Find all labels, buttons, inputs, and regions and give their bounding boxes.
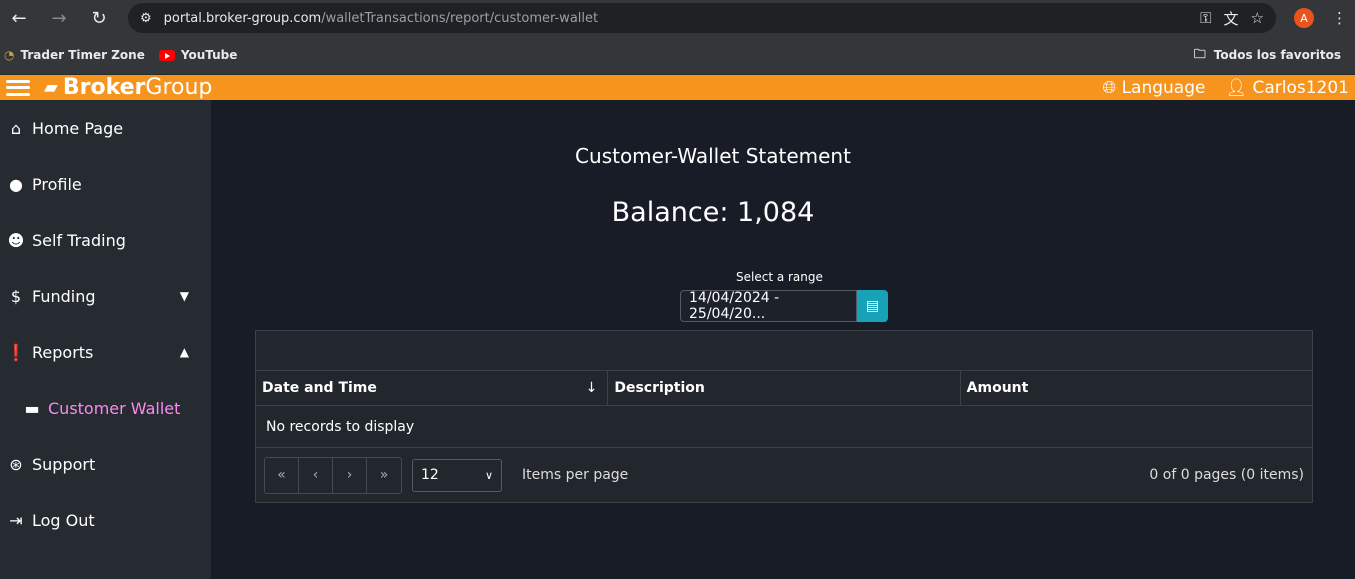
forward-icon[interactable]: → xyxy=(48,8,70,29)
url-path: /walletTransactions/report/customer-wall… xyxy=(321,10,599,26)
sidebar-item-funding[interactable]: $ Funding ▼ xyxy=(0,268,211,324)
date-range-input[interactable]: 14/04/2024 - 25/04/20... xyxy=(680,290,857,322)
language-label: Language xyxy=(1121,77,1206,98)
globe-icon: 🌐︎ xyxy=(1102,77,1117,98)
first-page-button[interactable]: « xyxy=(265,457,299,493)
username: Carlos1201 xyxy=(1252,77,1349,98)
sidebar-item-reports[interactable]: ❗ Reports ▲ xyxy=(0,324,211,380)
chevron-down-icon: ∨ xyxy=(484,468,493,482)
sidebar-item-support[interactable]: ⊛ Support xyxy=(0,436,211,492)
bookmarks-bar: ◔ Trader Timer Zone YouTube 🗀 Todos los fa… xyxy=(0,36,1355,75)
bookmark-label: YouTube xyxy=(180,48,238,62)
browser-toolbar: ← → ↻ ⚙ portal.broker-group.com/walletTr… xyxy=(0,0,1355,36)
sidebar-item-customer-wallet[interactable]: ▬ Customer Wallet xyxy=(0,380,211,436)
sidebar-label: Reports xyxy=(32,342,94,362)
user-menu[interactable]: 👤︎ Carlos1201 xyxy=(1225,78,1349,98)
folder-icon: 🗀 xyxy=(1193,46,1206,61)
sidebar-label: Log Out xyxy=(32,510,95,530)
column-amount[interactable]: Amount xyxy=(961,371,1312,405)
pager-info: 0 of 0 pages (0 items) xyxy=(1149,467,1304,483)
reload-icon[interactable]: ↻ xyxy=(88,8,110,29)
grid-toolbar xyxy=(256,331,1312,371)
logo-bold: Broker xyxy=(62,75,146,100)
app-header: ▰ BrokerGroup 🌐︎ Language 👤︎ Carlos1201 xyxy=(0,75,1355,100)
column-label: Amount xyxy=(966,380,1029,396)
chevron-down-icon: ▼ xyxy=(179,289,189,303)
range-label: Select a range xyxy=(736,270,823,284)
sidebar-label: Customer Wallet xyxy=(48,398,181,418)
column-label: Date and Time xyxy=(262,380,377,396)
alert-icon: ❗ xyxy=(6,342,26,362)
page-size-value: 12 xyxy=(421,467,439,483)
user-icon: 👤︎ xyxy=(1225,77,1248,98)
sidebar-label: Home Page xyxy=(32,118,124,138)
prev-page-button[interactable]: ‹ xyxy=(299,457,333,493)
star-icon[interactable]: ☆ xyxy=(1251,9,1264,27)
calendar-icon[interactable]: ▤ xyxy=(857,290,888,322)
no-records-message: No records to display xyxy=(256,406,1312,448)
home-icon: ⌂ xyxy=(10,118,22,138)
sidebar-label: Profile xyxy=(32,174,82,194)
page-title: Customer-Wallet Statement xyxy=(575,144,851,168)
hamburger-icon[interactable] xyxy=(6,79,30,96)
chart-icon: ◔ xyxy=(4,48,15,62)
translate-icon[interactable]: 文 xyxy=(1224,8,1239,29)
sort-down-icon: ↓ xyxy=(585,380,598,396)
youtube-icon xyxy=(158,49,175,61)
funding-icon: $ xyxy=(10,286,22,306)
balance: Balance: 1,084 xyxy=(611,197,815,228)
sidebar-label: Support xyxy=(32,454,96,474)
url-host: portal.broker-group.com xyxy=(163,10,322,26)
column-description[interactable]: Description xyxy=(608,371,961,405)
column-label: Description xyxy=(614,380,705,396)
menu-icon[interactable]: ⋮ xyxy=(1332,9,1347,27)
address-bar[interactable]: ⚙ portal.broker-group.com/walletTransact… xyxy=(128,3,1276,33)
page-size-select[interactable]: 12 ∨ xyxy=(412,458,502,492)
sidebar-item-logout[interactable]: ⇥ Log Out xyxy=(0,492,211,548)
date-range-picker[interactable]: 14/04/2024 - 25/04/20... ▤ xyxy=(680,290,888,322)
sidebar-label: Funding xyxy=(32,286,96,306)
logout-icon: ⇥ xyxy=(9,510,23,530)
column-date-time[interactable]: Date and Time ↓ xyxy=(256,371,609,405)
bookmark-trader-timer-zone[interactable]: ◔ Trader Timer Zone xyxy=(4,48,145,62)
chevron-up-icon: ▲ xyxy=(179,345,189,359)
main-content: Customer-Wallet Statement Balance: 1,084… xyxy=(211,100,1355,579)
profile-avatar[interactable]: A xyxy=(1294,8,1314,28)
all-bookmarks-label: Todos los favoritos xyxy=(1213,48,1341,62)
all-bookmarks[interactable]: 🗀 Todos los favoritos xyxy=(1194,45,1351,66)
site-info-icon[interactable]: ⚙ xyxy=(140,11,152,26)
last-page-button[interactable]: » xyxy=(367,458,401,493)
key-icon[interactable]: ⚿ xyxy=(1200,9,1211,27)
support-icon: ⊛ xyxy=(9,454,23,474)
bookmark-label: Trader Timer Zone xyxy=(20,48,145,62)
transactions-grid: Date and Time ↓ Description Amount No rec… xyxy=(255,330,1313,503)
logo[interactable]: ▰ BrokerGroup xyxy=(44,75,212,100)
items-per-page-label: Items per page xyxy=(522,467,629,483)
head-icon: ☻ xyxy=(7,230,25,250)
back-icon[interactable]: ← xyxy=(8,8,30,29)
grid-header: Date and Time ↓ Description Amount xyxy=(256,371,1312,406)
logo-light: Group xyxy=(145,75,213,100)
wallet-icon: ▬ xyxy=(24,398,40,418)
sidebar: ⌂ Home Page ● Profile ☻ Self Trading $ Fundi… xyxy=(0,100,211,579)
pager: « ‹ › » 12 ∨ Items per page 0 of 0 pages … xyxy=(256,448,1312,502)
user-icon: ● xyxy=(9,174,23,194)
bookmark-youtube[interactable]: YouTube xyxy=(158,48,238,62)
language-button[interactable]: 🌐︎ Language xyxy=(1103,78,1206,98)
sidebar-label: Self Trading xyxy=(32,230,126,250)
next-page-button[interactable]: › xyxy=(333,457,367,493)
